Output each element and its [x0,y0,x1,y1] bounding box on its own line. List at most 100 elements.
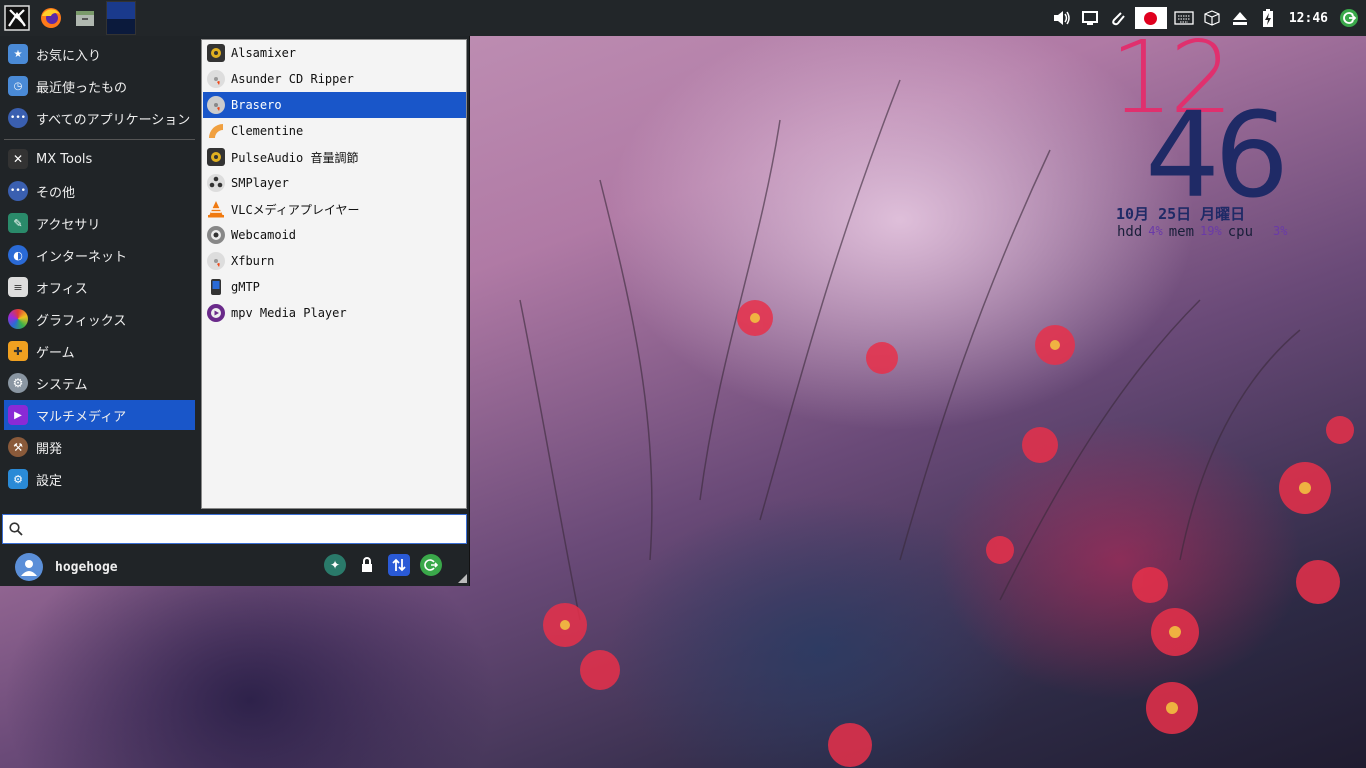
recent-folder-icon: ◷ [8,76,28,96]
app-item-asunder[interactable]: Asunder CD Ripper [203,66,466,92]
category-other[interactable]: ••• その他 [4,176,195,206]
category-internet[interactable]: ◐ インターネット [4,240,195,270]
category-label: 最近使ったもの [36,80,128,96]
clementine-icon [207,122,225,140]
brasero-icon [207,96,225,114]
file-manager-icon [76,11,94,26]
app-item-pulseaudio[interactable]: PulseAudio 音量調節 [203,144,466,170]
internet-icon: ◐ [8,245,28,265]
category-separator [4,139,195,140]
app-list: Alsamixer Asunder CD Ripper Brasero Clem… [201,39,467,509]
all-apps-icon: ••• [8,108,28,128]
avatar[interactable] [15,553,43,581]
app-item-smplayer[interactable]: SMPlayer [203,170,466,196]
logout-icon [424,559,438,571]
conky-date: 10月 25日 月曜日 [1116,205,1246,223]
gmtp-icon [207,278,225,296]
category-accessories[interactable]: ✎ アクセサリ [4,208,195,238]
mx-logo-icon [4,5,30,31]
category-multimedia[interactable]: ▶ マルチメディア [4,400,195,430]
category-label: 設定 [36,473,63,489]
app-label: Alsamixer [231,46,297,60]
username: hogehoge [55,559,118,575]
vlc-icon [207,200,225,218]
category-label: インターネット [36,249,128,265]
alsamixer-icon [207,44,225,62]
conky-stat-label: hdd [1117,224,1143,240]
settings-manager-button[interactable]: ✦ [324,554,346,576]
conky-stat-label: mem [1168,224,1195,240]
category-mx-tools[interactable]: ✕ MX Tools [4,144,195,174]
asunder-icon [207,70,225,88]
app-item-webcamoid[interactable]: Webcamoid [203,222,466,248]
firefox-launcher[interactable] [34,0,68,36]
user-icon [21,560,37,576]
app-label: gMTP [231,280,260,294]
app-label: SMPlayer [231,176,289,190]
application-menu: ★ お気に入り ◷ 最近使ったもの ••• すべてのアプリケーション ✕ MX … [0,36,470,586]
category-development[interactable]: ⚒ 開発 [4,432,195,462]
settings-icon: ⚙ [8,469,28,489]
app-item-gmtp[interactable]: gMTP [203,274,466,300]
category-office[interactable]: ≡ オフィス [4,272,195,302]
logout-button[interactable] [420,554,442,576]
panel-clock[interactable]: 12:46 [1285,11,1332,26]
app-item-mpv[interactable]: mpv Media Player [203,300,466,326]
conky-minute: 46 [1145,86,1289,224]
mpv-icon [207,304,225,322]
wrench-icon: ✦ [329,558,341,572]
lock-screen-button[interactable] [356,554,378,576]
category-label: すべてのアプリケーション [36,112,191,128]
webcamoid-icon [207,226,225,244]
lock-icon [362,557,372,572]
accessories-icon: ✎ [8,213,28,233]
file-manager-launcher[interactable] [68,0,102,36]
xfburn-icon [207,252,225,270]
conky-stat-label: cpu [1227,224,1254,240]
switch-user-button[interactable] [388,554,410,576]
category-system[interactable]: ⚙ システム [4,368,195,398]
app-item-xfburn[interactable]: Xfburn [203,248,466,274]
development-icon: ⚒ [8,437,28,457]
category-list: ★ お気に入り ◷ 最近使ったもの ••• すべてのアプリケーション ✕ MX … [0,36,200,506]
user-bar: hogehoge ✦ [0,548,470,586]
app-item-brasero[interactable]: Brasero [203,92,466,118]
session-actions: ✦ [324,554,442,576]
category-graphics[interactable]: グラフィックス [4,304,195,334]
system-icon: ⚙ [8,373,28,393]
search-input[interactable] [27,517,466,541]
search-icon [9,522,23,536]
app-label: mpv Media Player [231,306,347,320]
app-label: Clementine [231,124,304,138]
display-icon[interactable] [1079,7,1101,29]
logout-icon[interactable] [1338,7,1360,29]
app-label: Asunder CD Ripper [231,72,354,86]
menu-button[interactable] [0,0,34,36]
category-label: 開発 [36,441,63,457]
category-label: グラフィックス [36,313,127,329]
conky-stats: hdd 4% mem 19% cpu 3% [1117,224,1287,240]
switch-user-icon [392,558,406,572]
category-recent[interactable]: ◷ 最近使ったもの [4,71,195,101]
volume-icon[interactable] [1051,7,1073,29]
games-icon: ✚ [8,341,28,361]
category-settings[interactable]: ⚙ 設定 [4,464,195,494]
app-item-alsamixer[interactable]: Alsamixer [203,40,466,66]
category-label: ゲーム [36,345,75,361]
eject-icon[interactable] [1229,7,1251,29]
app-item-clementine[interactable]: Clementine [203,118,466,144]
resize-grip[interactable] [458,574,467,583]
category-all-apps[interactable]: ••• すべてのアプリケーション [4,103,195,133]
category-label: その他 [36,185,76,201]
category-label: MX Tools [36,151,93,167]
category-favorites[interactable]: ★ お気に入り [4,39,195,69]
app-label: VLCメディアプレイヤー [231,202,360,217]
category-games[interactable]: ✚ ゲーム [4,336,195,366]
category-label: オフィス [36,281,88,297]
category-label: アクセサリ [36,217,101,233]
smplayer-icon [207,174,225,192]
battery-icon[interactable] [1257,7,1279,29]
favorites-folder-icon: ★ [8,44,28,64]
app-item-vlc[interactable]: VLCメディアプレイヤー [203,196,466,222]
workspace-pager[interactable] [106,1,136,35]
